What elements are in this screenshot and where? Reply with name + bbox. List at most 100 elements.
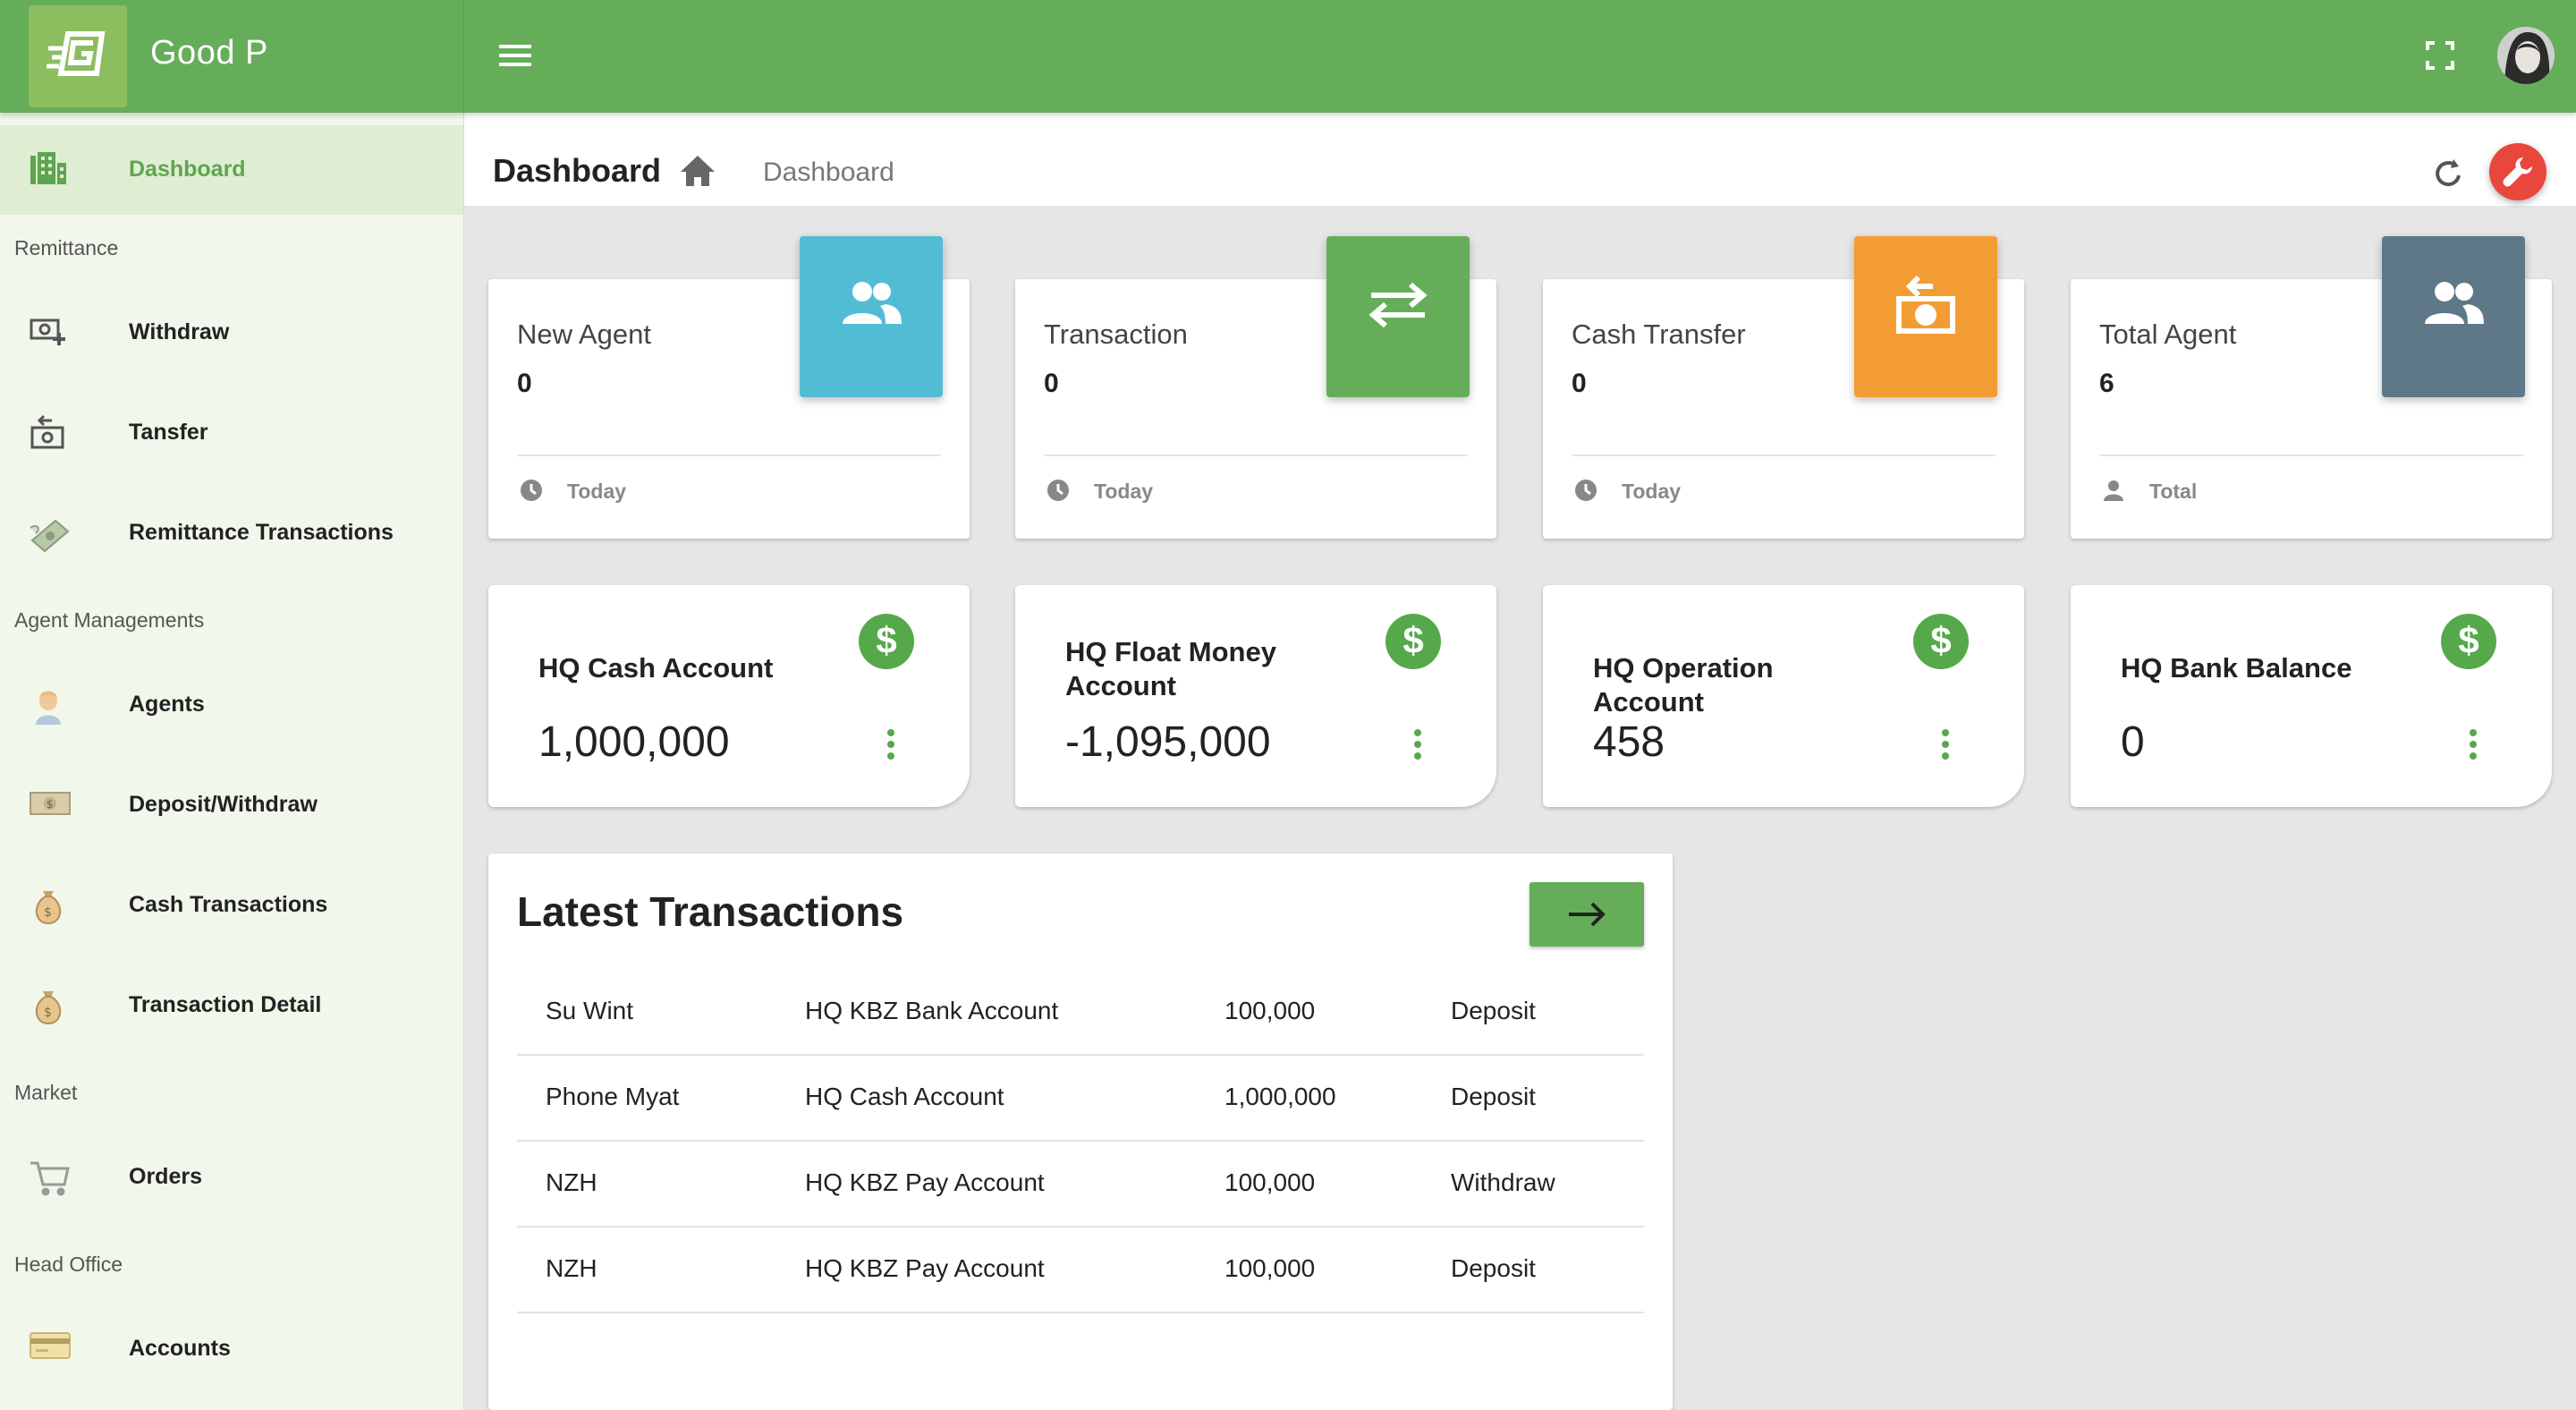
account-name: HQ Float Money Account [1065, 636, 1276, 701]
shopping-cart-icon [29, 1158, 72, 1197]
more-options-icon[interactable] [2468, 728, 2479, 765]
account-card-hq-float-money: HQ Float Money Account -1,095,000 $ [1015, 585, 1496, 807]
user-avatar[interactable] [2497, 27, 2555, 84]
breadcrumb[interactable]: Dashboard [763, 157, 894, 188]
tx-amount: 100,000 [1224, 1168, 1316, 1196]
swap-icon [1326, 236, 1470, 397]
sidebar-item-cash-transactions[interactable]: $ Cash Transactions [0, 861, 463, 950]
page-title: Dashboard [493, 152, 662, 189]
tx-name: Su Wint [546, 997, 634, 1024]
table-row[interactable]: Su Wint HQ KBZ Bank Account 100,000 Depo… [517, 968, 1644, 1056]
money-bag-icon: $ [29, 986, 72, 1025]
wrench-icon [2503, 157, 2532, 187]
tx-account: HQ KBZ Pay Account [805, 1254, 1045, 1282]
sidebar-item-transfer[interactable]: Tansfer [0, 388, 463, 478]
clock-icon [1046, 478, 1071, 507]
credit-card-icon [29, 1329, 72, 1369]
dollar-icon: $ [1913, 614, 1969, 669]
tx-amount: 100,000 [1224, 1254, 1316, 1282]
stat-title: Transaction [1044, 319, 1188, 350]
account-name: HQ Cash Account [538, 652, 774, 684]
sidebar-item-label: Cash Transactions [129, 892, 328, 917]
tx-type: Deposit [1451, 997, 1536, 1024]
table-row[interactable]: NZH HQ KBZ Pay Account 100,000 Withdraw [517, 1140, 1644, 1227]
account-amount: 458 [1593, 718, 1665, 766]
home-icon[interactable] [679, 154, 716, 192]
section-heading-agent-managements: Agent Managements [14, 608, 205, 632]
top-bar: Good P [0, 0, 2576, 113]
stat-title: New Agent [517, 319, 651, 350]
sidebar-item-label: Withdraw [129, 319, 230, 344]
arrow-right-icon [1569, 902, 1606, 927]
divider [2099, 454, 2523, 456]
menu-icon[interactable] [497, 39, 533, 76]
stat-value: 6 [2099, 369, 2114, 398]
more-options-icon[interactable] [886, 728, 896, 765]
dollar-icon: $ [859, 614, 914, 669]
account-name: HQ Operation Account [1593, 652, 1774, 718]
sidebar-item-accounts[interactable]: Accounts [0, 1304, 463, 1394]
tx-type: Withdraw [1451, 1168, 1555, 1196]
refresh-icon[interactable] [2430, 156, 2466, 196]
more-options-icon[interactable] [1412, 728, 1423, 765]
app-name: Good P [150, 34, 268, 72]
divider [1044, 454, 1468, 456]
people-icon [2382, 236, 2525, 397]
money-bag-icon: $ [29, 886, 72, 925]
tx-account: HQ KBZ Pay Account [805, 1168, 1045, 1196]
stat-footer: Today [1094, 480, 1154, 503]
page-header: Dashboard Dashboard [464, 113, 2576, 206]
sidebar-item-transaction-detail[interactable]: $ Transaction Detail [0, 961, 463, 1050]
stat-card-cash-transfer: Cash Transfer 0 Today [1543, 236, 2024, 539]
sidebar-item-orders[interactable]: Orders [0, 1133, 463, 1222]
brand[interactable]: Good P [0, 0, 464, 113]
dollar-icon: $ [1385, 614, 1441, 669]
settings-wrench-button[interactable] [2489, 143, 2546, 200]
stat-card-transaction: Transaction 0 Today [1015, 236, 1496, 539]
sidebar-item-label: Dashboard [129, 157, 246, 182]
tx-name: Phone Myat [546, 1083, 680, 1110]
account-amount: -1,095,000 [1065, 718, 1271, 766]
table-row[interactable]: Phone Myat HQ Cash Account 1,000,000 Dep… [517, 1054, 1644, 1142]
account-card-hq-operation: HQ Operation Account 458 $ [1543, 585, 2024, 807]
stat-card-new-agent: New Agent 0 Today [488, 236, 970, 539]
stat-card-total-agent: Total Agent 6 Total [2071, 236, 2552, 539]
person-icon [2101, 478, 2126, 507]
sidebar-item-dashboard[interactable]: Dashboard [0, 125, 463, 215]
money-wings-icon [29, 514, 72, 553]
app-logo [29, 5, 127, 107]
section-heading-remittance: Remittance [14, 236, 119, 259]
more-options-icon[interactable] [1940, 728, 1951, 765]
account-amount: 1,000,000 [538, 718, 730, 766]
account-name: HQ Bank Balance [2121, 652, 2352, 684]
sidebar-item-withdraw[interactable]: Withdraw [0, 288, 463, 378]
stat-footer: Total [2149, 480, 2198, 503]
sidebar-item-deposit-withdraw[interactable]: $ Deposit/Withdraw [0, 760, 463, 850]
view-all-transactions-button[interactable] [1530, 882, 1644, 947]
tx-account: HQ Cash Account [805, 1083, 1004, 1110]
sidebar-item-label: Remittance Transactions [129, 520, 394, 545]
table-row[interactable]: NZH HQ KBZ Pay Account 100,000 Deposit [517, 1226, 1644, 1313]
sidebar-item-remittance-transactions[interactable]: Remittance Transactions [0, 488, 463, 578]
sidebar-item-label: Agents [129, 692, 205, 717]
account-card-hq-cash: HQ Cash Account 1,000,000 $ [488, 585, 970, 807]
banknote-icon: $ [29, 786, 72, 825]
clock-icon [1573, 478, 1598, 507]
sidebar-item-label: Tansfer [129, 420, 208, 445]
stat-footer: Today [567, 480, 627, 503]
tx-name: NZH [546, 1168, 597, 1196]
dollar-icon: $ [2441, 614, 2496, 669]
svg-text:$: $ [44, 1006, 52, 1020]
tx-account: HQ KBZ Bank Account [805, 997, 1059, 1024]
latest-transactions-title: Latest Transactions [517, 888, 904, 935]
sidebar-item-label: Transaction Detail [129, 992, 322, 1017]
fullscreen-icon[interactable] [2424, 39, 2456, 76]
dashboard-icon [29, 150, 72, 190]
sidebar-item-agents[interactable]: Agents [0, 660, 463, 750]
tx-name: NZH [546, 1254, 597, 1282]
sidebar-item-label: Orders [129, 1164, 202, 1189]
people-icon [800, 236, 943, 397]
svg-text:$: $ [47, 798, 54, 811]
tx-amount: 1,000,000 [1224, 1083, 1336, 1110]
clock-icon [519, 478, 544, 507]
